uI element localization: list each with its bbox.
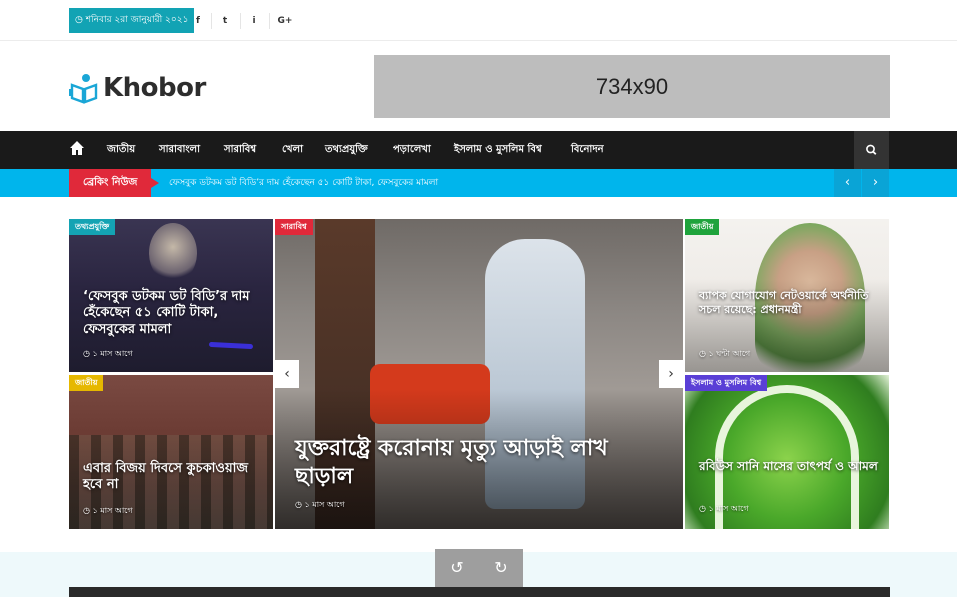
nav-item-country[interactable]: সারাবাংলা [159,131,200,169]
logo-icon [69,74,98,104]
section-strip [69,587,890,597]
clock-icon: ◷ [75,15,83,25]
divider [211,13,212,29]
news-card[interactable]: তথ্যপ্রযুক্তি ‘ফেসবুক ডটকম ডট বিডি’র দাম… [69,219,273,372]
news-card[interactable]: জাতীয় এবার বিজয় দিবসে কুচকাওয়াজ হবে ন… [69,375,273,529]
card-time: ◷ ১ ঘন্টা আগে [699,348,750,361]
card-title[interactable]: এবার বিজয় দিবসে কুচকাওয়াজ হবে না [83,461,263,494]
chevron-left-icon[interactable]: ‹ [834,169,861,197]
twitter-icon[interactable]: t [215,13,235,29]
nav-item-entertainment[interactable]: বিনোদন [571,131,604,169]
breaking-headline[interactable]: ফেসবুক ডটকম ডট বিডি’র দাম হেঁকেছেন ৫১ কো… [169,169,438,197]
nav-item-sports[interactable]: খেলা [282,131,303,169]
divider [269,13,270,29]
clock-icon: ◷ [699,504,709,513]
search-icon [866,144,877,155]
nav-item-tech[interactable]: তথ্যপ্রযুক্তি [325,131,368,169]
card-time: ◷ ১ মাস আগে [83,348,133,361]
card-time: ◷ ১ মাস আগে [83,505,133,518]
news-card[interactable]: জাতীয় ব্যাপক যোগাযোগ নেটওয়ার্কে অর্থনী… [685,219,889,372]
logo-text: Khobor [103,73,206,103]
date-badge: ◷ শনিবার ২রা জানুয়ারী ২০২১ [69,8,195,33]
clock-icon: ◷ [83,506,93,515]
card-title[interactable]: যুক্তরাষ্ট্রে করোনায় মৃত্যু আড়াই লাখ ছ… [295,435,655,490]
time-text: ১ মাস আগে [304,500,345,509]
divider [240,13,241,29]
date-text: শনিবার ২রা জানুয়ারী ২০২১ [85,15,189,25]
chevron-right-icon[interactable]: › [862,169,889,197]
category-badge[interactable]: ইসলাম ও মুসলিম বিশ্ব [685,375,768,391]
category-badge[interactable]: তথ্যপ্রযুক্তি [69,219,116,235]
chevron-right-icon[interactable]: › [659,360,683,388]
card-title[interactable]: ‘ফেসবুক ডটকম ডট বিডি’র দাম হেঁকেছেন ৫১ ক… [83,289,263,338]
card-time: ◷ ১ মাস আগে [699,503,749,516]
google-plus-icon[interactable]: G+ [275,13,295,29]
rotate-right-icon[interactable]: ↻ [489,556,513,580]
card-time: ◷ ১ মাস আগে [295,499,345,512]
clock-icon: ◷ [83,349,93,358]
search-button[interactable] [854,131,889,169]
ad-banner[interactable]: 734x90 [374,55,890,118]
category-badge[interactable]: জাতীয় [69,375,104,391]
card-title[interactable]: রবিউস সানি মাসের তাৎপর্য ও আমল [699,459,879,474]
facebook-icon[interactable]: f [188,13,208,29]
card-title[interactable]: ব্যাপক যোগাযোগ নেটওয়ার্কে অর্থনীতি সচল … [699,289,879,317]
nav-item-world[interactable]: সারাবিশ্ব [224,131,256,169]
top-bar: ◷ শনিবার ২রা জানুয়ারী ২০২১ f t i G+ [0,0,957,41]
breaking-news-bar: ব্রেকিং নিউজ ফেসবুক ডটকম ডট বিডি’র দাম হ… [0,169,957,197]
nav-item-national[interactable]: জাতীয় [107,131,135,169]
time-text: ১ মাস আগে [92,506,133,515]
time-text: ১ মাস আগে [708,504,749,513]
nav-item-islam[interactable]: ইসলাম ও মুসলিম বিশ্ব [454,131,542,169]
nav-item-education[interactable]: পড়ালেখা [393,131,431,169]
clock-icon: ◷ [295,500,305,509]
portrait-image [149,223,197,283]
clock-icon: ◷ [699,349,709,358]
time-text: ১ মাস আগে [92,349,133,358]
home-icon[interactable] [69,140,85,156]
site-logo[interactable]: Khobor [69,70,206,106]
category-badge[interactable]: সারাবিশ্ব [275,219,313,235]
breaking-label: ব্রেকিং নিউজ [69,169,160,197]
dribbble-icon[interactable]: i [244,13,264,29]
chevron-left-icon[interactable]: ‹ [275,360,299,388]
rotate-left-icon[interactable]: ↺ [445,556,469,580]
time-text: ১ ঘন্টা আগে [708,349,751,358]
category-badge[interactable]: জাতীয় [685,219,720,235]
featured-slide[interactable]: সারাবিশ্ব যুক্তরাষ্ট্রে করোনায় মৃত্যু আ… [275,219,683,529]
image-rotate-toolbar: ↺ ↻ [435,549,523,587]
main-nav: জাতীয় সারাবাংলা সারাবিশ্ব খেলা তথ্যপ্রয… [0,131,957,169]
news-card[interactable]: ইসলাম ও মুসলিম বিশ্ব রবিউস সানি মাসের তা… [685,375,889,529]
